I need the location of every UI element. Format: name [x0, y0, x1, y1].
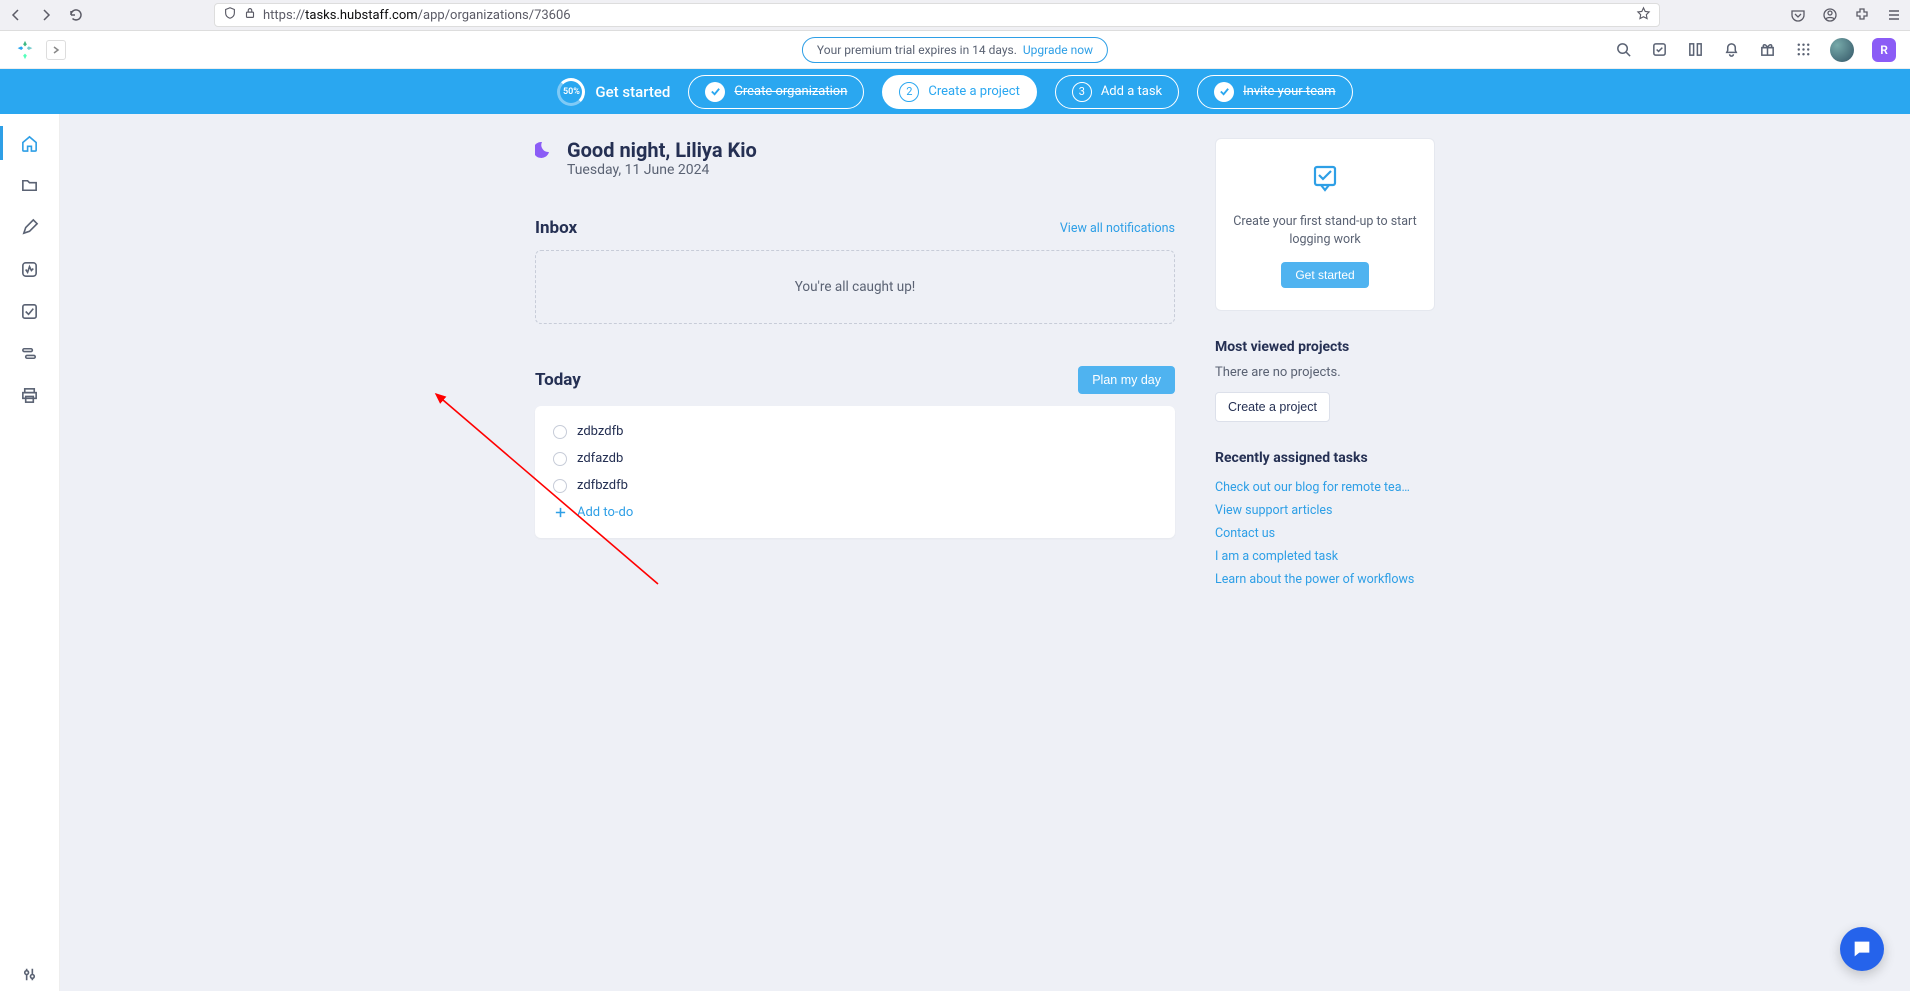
menu-icon[interactable]: [1886, 7, 1902, 23]
browser-toolbar: https://tasks.hubstaff.com/app/organizat…: [0, 0, 1910, 31]
todo-row[interactable]: zdbzdfb: [553, 418, 1157, 445]
step-create-organization[interactable]: Create organization: [688, 75, 864, 109]
most-viewed-projects: Most viewed projects There are no projec…: [1215, 339, 1435, 422]
account-badge[interactable]: R: [1872, 38, 1896, 62]
standup-card: Create your first stand-up to start logg…: [1215, 138, 1435, 311]
today-heading: Today: [535, 370, 581, 390]
expand-sidebar-button[interactable]: [46, 40, 66, 60]
sidebar-home-icon[interactable]: [0, 126, 60, 160]
recently-assigned-tasks: Recently assigned tasks Check out our bl…: [1215, 450, 1435, 591]
apps-grid-icon[interactable]: [1794, 41, 1812, 59]
plan-my-day-button[interactable]: Plan my day: [1078, 366, 1175, 394]
recent-task-link[interactable]: Learn about the power of workflows: [1215, 568, 1435, 591]
lock-icon: [243, 6, 257, 24]
step-create-project[interactable]: 2 Create a project: [882, 75, 1036, 109]
inbox-empty-text: You're all caught up!: [795, 279, 916, 295]
greeting-title: Good night, Liliya Kio: [567, 138, 757, 162]
step-label: Create organization: [734, 84, 847, 99]
gift-icon[interactable]: [1758, 41, 1776, 59]
trial-banner: Your premium trial expires in 14 days. U…: [802, 37, 1108, 63]
todo-label: zdfazdb: [577, 451, 623, 466]
projects-empty-text: There are no projects.: [1215, 365, 1435, 380]
sidebar-settings-icon[interactable]: [10, 957, 50, 991]
hubstaff-logo-icon[interactable]: [14, 39, 36, 61]
check-icon: [705, 82, 725, 102]
create-project-button[interactable]: Create a project: [1215, 392, 1330, 422]
bell-icon[interactable]: [1722, 41, 1740, 59]
standup-icon: [1230, 161, 1420, 201]
inbox-heading: Inbox: [535, 218, 577, 238]
bookmark-star-icon[interactable]: [1636, 6, 1651, 25]
step-add-task[interactable]: 3 Add a task: [1055, 75, 1179, 109]
upgrade-link[interactable]: Upgrade now: [1023, 43, 1093, 57]
step-number: 2: [899, 82, 919, 102]
search-icon[interactable]: [1614, 41, 1632, 59]
recent-task-link[interactable]: I am a completed task: [1215, 545, 1435, 568]
greeting-date: Tuesday, 11 June 2024: [567, 162, 757, 178]
shield-icon: [223, 6, 237, 24]
todo-checkbox[interactable]: [553, 452, 567, 466]
inbox-empty-state: You're all caught up!: [535, 250, 1175, 324]
todo-checkbox[interactable]: [553, 425, 567, 439]
onboarding-banner: 50% Get started Create organization 2 Cr…: [0, 69, 1910, 114]
todo-row[interactable]: zdfbzdfb: [553, 472, 1157, 499]
columns-icon[interactable]: [1686, 41, 1704, 59]
trial-text: Your premium trial expires in 14 days.: [817, 43, 1017, 57]
step-label: Add a task: [1101, 84, 1162, 99]
plus-icon: [553, 506, 567, 520]
standup-get-started-button[interactable]: Get started: [1281, 262, 1368, 288]
sidebar: [0, 114, 60, 991]
todo-checkbox[interactable]: [553, 479, 567, 493]
view-all-notifications-link[interactable]: View all notifications: [1060, 221, 1175, 236]
avatar[interactable]: [1830, 38, 1854, 62]
sidebar-print-icon[interactable]: [10, 378, 50, 412]
check-icon: [1214, 82, 1234, 102]
pocket-icon[interactable]: [1790, 7, 1806, 23]
step-number: 3: [1072, 82, 1092, 102]
add-todo-label: Add to-do: [577, 505, 633, 520]
url-bar[interactable]: https://tasks.hubstaff.com/app/organizat…: [214, 3, 1660, 27]
todo-label: zdbzdfb: [577, 424, 623, 439]
get-started-label: Get started: [595, 83, 670, 101]
back-icon[interactable]: [8, 7, 24, 23]
reload-icon[interactable]: [68, 7, 84, 23]
sidebar-folder-icon[interactable]: [10, 168, 50, 202]
sidebar-roadmap-icon[interactable]: [10, 336, 50, 370]
today-card: zdbzdfb zdfazdb zdfbzdfb Add to-do: [535, 406, 1175, 538]
step-label: Invite your team: [1243, 84, 1335, 99]
progress-ring: 50%: [557, 78, 585, 106]
chat-bubble-button[interactable]: [1840, 927, 1884, 971]
app-topbar: Your premium trial expires in 14 days. U…: [0, 31, 1910, 69]
todo-row[interactable]: zdfazdb: [553, 445, 1157, 472]
standup-text: Create your first stand-up to start logg…: [1230, 213, 1420, 248]
forward-icon[interactable]: [38, 7, 54, 23]
todo-label: zdfbzdfb: [577, 478, 628, 493]
sidebar-activity-icon[interactable]: [10, 252, 50, 286]
moon-icon: [535, 140, 555, 164]
url-text: https://tasks.hubstaff.com/app/organizat…: [263, 8, 1630, 23]
add-todo-button[interactable]: Add to-do: [553, 499, 1157, 526]
get-started-header: 50% Get started: [557, 78, 670, 106]
recent-task-link[interactable]: Contact us: [1215, 522, 1435, 545]
step-invite-team[interactable]: Invite your team: [1197, 75, 1352, 109]
projects-heading: Most viewed projects: [1215, 339, 1435, 355]
recent-task-link[interactable]: Check out our blog for remote tea…: [1215, 476, 1435, 499]
account-icon[interactable]: [1822, 7, 1838, 23]
step-label: Create a project: [928, 84, 1019, 99]
recent-task-link[interactable]: View support articles: [1215, 499, 1435, 522]
sidebar-pen-icon[interactable]: [10, 210, 50, 244]
content-area: Good night, Liliya Kio Tuesday, 11 June …: [60, 114, 1910, 991]
sidebar-tasks-icon[interactable]: [10, 294, 50, 328]
extensions-icon[interactable]: [1854, 7, 1870, 23]
checkbox-icon[interactable]: [1650, 41, 1668, 59]
recent-tasks-heading: Recently assigned tasks: [1215, 450, 1435, 466]
